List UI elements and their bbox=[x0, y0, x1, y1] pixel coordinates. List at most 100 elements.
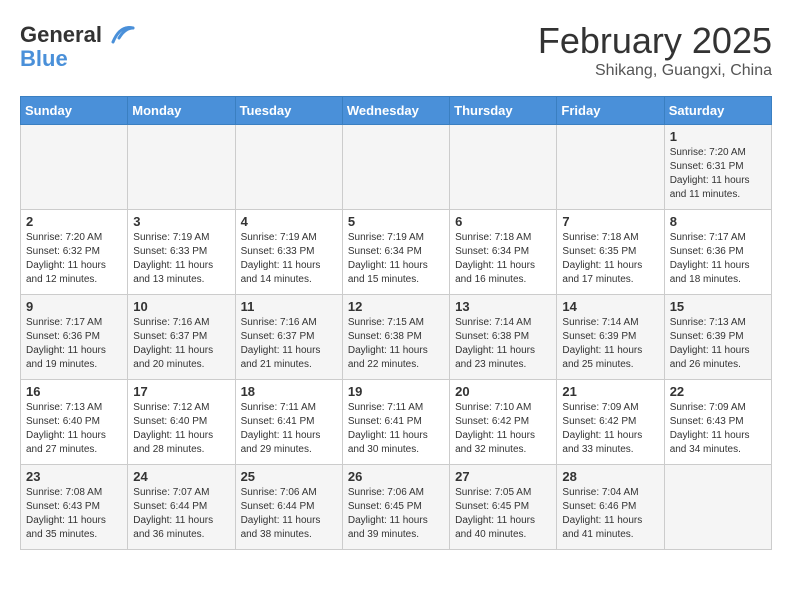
day-info: Sunrise: 7:14 AM Sunset: 6:39 PM Dayligh… bbox=[562, 316, 658, 372]
day-cell: 1 Sunrise: 7:20 AM Sunset: 6:31 PM Daylig… bbox=[664, 125, 771, 210]
day-number: 7 bbox=[562, 214, 658, 229]
day-info: Sunrise: 7:18 AM Sunset: 6:34 PM Dayligh… bbox=[455, 231, 551, 287]
day-info: Sunrise: 7:08 AM Sunset: 6:43 PM Dayligh… bbox=[26, 486, 122, 542]
day-number: 1 bbox=[670, 129, 766, 144]
day-cell: 4 Sunrise: 7:19 AM Sunset: 6:33 PM Daylig… bbox=[235, 210, 342, 295]
day-info: Sunrise: 7:04 AM Sunset: 6:46 PM Dayligh… bbox=[562, 486, 658, 542]
day-cell bbox=[557, 125, 664, 210]
day-number: 22 bbox=[670, 384, 766, 399]
logo: General Blue bbox=[20, 20, 135, 72]
day-info: Sunrise: 7:16 AM Sunset: 6:37 PM Dayligh… bbox=[133, 316, 229, 372]
day-info: Sunrise: 7:09 AM Sunset: 6:43 PM Dayligh… bbox=[670, 401, 766, 457]
day-info: Sunrise: 7:20 AM Sunset: 6:32 PM Dayligh… bbox=[26, 231, 122, 287]
day-number: 17 bbox=[133, 384, 229, 399]
day-number: 21 bbox=[562, 384, 658, 399]
day-number: 24 bbox=[133, 469, 229, 484]
day-info: Sunrise: 7:09 AM Sunset: 6:42 PM Dayligh… bbox=[562, 401, 658, 457]
day-number: 28 bbox=[562, 469, 658, 484]
logo-icon bbox=[105, 20, 135, 50]
day-info: Sunrise: 7:11 AM Sunset: 6:41 PM Dayligh… bbox=[348, 401, 444, 457]
day-info: Sunrise: 7:19 AM Sunset: 6:33 PM Dayligh… bbox=[133, 231, 229, 287]
day-info: Sunrise: 7:17 AM Sunset: 6:36 PM Dayligh… bbox=[26, 316, 122, 372]
calendar-table: SundayMondayTuesdayWednesdayThursdayFrid… bbox=[20, 96, 772, 550]
day-cell: 14 Sunrise: 7:14 AM Sunset: 6:39 PM Dayli… bbox=[557, 295, 664, 380]
day-info: Sunrise: 7:13 AM Sunset: 6:39 PM Dayligh… bbox=[670, 316, 766, 372]
day-number: 23 bbox=[26, 469, 122, 484]
day-cell: 27 Sunrise: 7:05 AM Sunset: 6:45 PM Dayli… bbox=[450, 465, 557, 550]
day-number: 11 bbox=[241, 299, 337, 314]
day-number: 26 bbox=[348, 469, 444, 484]
day-number: 2 bbox=[26, 214, 122, 229]
title-block: February 2025 Shikang, Guangxi, China bbox=[538, 20, 772, 80]
day-number: 10 bbox=[133, 299, 229, 314]
day-cell: 6 Sunrise: 7:18 AM Sunset: 6:34 PM Daylig… bbox=[450, 210, 557, 295]
day-cell bbox=[235, 125, 342, 210]
day-cell: 3 Sunrise: 7:19 AM Sunset: 6:33 PM Daylig… bbox=[128, 210, 235, 295]
day-cell: 12 Sunrise: 7:15 AM Sunset: 6:38 PM Dayli… bbox=[342, 295, 449, 380]
day-info: Sunrise: 7:05 AM Sunset: 6:45 PM Dayligh… bbox=[455, 486, 551, 542]
col-header-wednesday: Wednesday bbox=[342, 97, 449, 125]
day-number: 18 bbox=[241, 384, 337, 399]
day-number: 12 bbox=[348, 299, 444, 314]
day-cell: 26 Sunrise: 7:06 AM Sunset: 6:45 PM Dayli… bbox=[342, 465, 449, 550]
page-header: General Blue February 2025 Shikang, Guan… bbox=[20, 20, 772, 80]
day-info: Sunrise: 7:07 AM Sunset: 6:44 PM Dayligh… bbox=[133, 486, 229, 542]
week-row: 9 Sunrise: 7:17 AM Sunset: 6:36 PM Daylig… bbox=[21, 295, 772, 380]
location: Shikang, Guangxi, China bbox=[538, 62, 772, 80]
col-header-friday: Friday bbox=[557, 97, 664, 125]
day-cell: 20 Sunrise: 7:10 AM Sunset: 6:42 PM Dayli… bbox=[450, 380, 557, 465]
day-number: 15 bbox=[670, 299, 766, 314]
day-info: Sunrise: 7:15 AM Sunset: 6:38 PM Dayligh… bbox=[348, 316, 444, 372]
day-number: 27 bbox=[455, 469, 551, 484]
day-cell: 17Sunrise: 7:12 AM Sunset: 6:40 PM Dayli… bbox=[128, 380, 235, 465]
day-number: 8 bbox=[670, 214, 766, 229]
day-cell: 28 Sunrise: 7:04 AM Sunset: 6:46 PM Dayli… bbox=[557, 465, 664, 550]
day-number: 14 bbox=[562, 299, 658, 314]
day-number: 4 bbox=[241, 214, 337, 229]
day-info: Sunrise: 7:06 AM Sunset: 6:45 PM Dayligh… bbox=[348, 486, 444, 542]
day-cell bbox=[128, 125, 235, 210]
day-info: Sunrise: 7:19 AM Sunset: 6:33 PM Dayligh… bbox=[241, 231, 337, 287]
day-number: 16 bbox=[26, 384, 122, 399]
day-info: Sunrise: 7:17 AM Sunset: 6:36 PM Dayligh… bbox=[670, 231, 766, 287]
day-number: 20 bbox=[455, 384, 551, 399]
day-cell: 19 Sunrise: 7:11 AM Sunset: 6:41 PM Dayli… bbox=[342, 380, 449, 465]
day-cell: 11 Sunrise: 7:16 AM Sunset: 6:37 PM Dayli… bbox=[235, 295, 342, 380]
day-cell: 18Sunrise: 7:11 AM Sunset: 6:41 PM Dayli… bbox=[235, 380, 342, 465]
day-info: Sunrise: 7:20 AM Sunset: 6:31 PM Dayligh… bbox=[670, 146, 766, 202]
col-header-thursday: Thursday bbox=[450, 97, 557, 125]
day-cell: 7Sunrise: 7:18 AM Sunset: 6:35 PM Daylig… bbox=[557, 210, 664, 295]
day-info: Sunrise: 7:13 AM Sunset: 6:40 PM Dayligh… bbox=[26, 401, 122, 457]
col-header-monday: Monday bbox=[128, 97, 235, 125]
day-number: 6 bbox=[455, 214, 551, 229]
day-cell: 15 Sunrise: 7:13 AM Sunset: 6:39 PM Dayli… bbox=[664, 295, 771, 380]
logo-text: General bbox=[20, 23, 102, 47]
week-row: 1 Sunrise: 7:20 AM Sunset: 6:31 PM Daylig… bbox=[21, 125, 772, 210]
col-header-tuesday: Tuesday bbox=[235, 97, 342, 125]
header-row: SundayMondayTuesdayWednesdayThursdayFrid… bbox=[21, 97, 772, 125]
day-info: Sunrise: 7:10 AM Sunset: 6:42 PM Dayligh… bbox=[455, 401, 551, 457]
day-info: Sunrise: 7:14 AM Sunset: 6:38 PM Dayligh… bbox=[455, 316, 551, 372]
day-cell bbox=[21, 125, 128, 210]
day-cell: 25Sunrise: 7:06 AM Sunset: 6:44 PM Dayli… bbox=[235, 465, 342, 550]
day-cell: 24 Sunrise: 7:07 AM Sunset: 6:44 PM Dayli… bbox=[128, 465, 235, 550]
day-cell: 8 Sunrise: 7:17 AM Sunset: 6:36 PM Daylig… bbox=[664, 210, 771, 295]
day-number: 9 bbox=[26, 299, 122, 314]
week-row: 2 Sunrise: 7:20 AM Sunset: 6:32 PM Daylig… bbox=[21, 210, 772, 295]
day-cell bbox=[450, 125, 557, 210]
day-number: 25 bbox=[241, 469, 337, 484]
day-number: 5 bbox=[348, 214, 444, 229]
day-cell: 9 Sunrise: 7:17 AM Sunset: 6:36 PM Daylig… bbox=[21, 295, 128, 380]
day-info: Sunrise: 7:19 AM Sunset: 6:34 PM Dayligh… bbox=[348, 231, 444, 287]
day-number: 3 bbox=[133, 214, 229, 229]
day-cell: 10 Sunrise: 7:16 AM Sunset: 6:37 PM Dayli… bbox=[128, 295, 235, 380]
day-info: Sunrise: 7:16 AM Sunset: 6:37 PM Dayligh… bbox=[241, 316, 337, 372]
day-cell: 2 Sunrise: 7:20 AM Sunset: 6:32 PM Daylig… bbox=[21, 210, 128, 295]
day-cell: 22 Sunrise: 7:09 AM Sunset: 6:43 PM Dayli… bbox=[664, 380, 771, 465]
day-cell bbox=[342, 125, 449, 210]
day-number: 19 bbox=[348, 384, 444, 399]
month-title: February 2025 bbox=[538, 20, 772, 62]
day-cell bbox=[664, 465, 771, 550]
col-header-saturday: Saturday bbox=[664, 97, 771, 125]
day-cell: 13Sunrise: 7:14 AM Sunset: 6:38 PM Dayli… bbox=[450, 295, 557, 380]
